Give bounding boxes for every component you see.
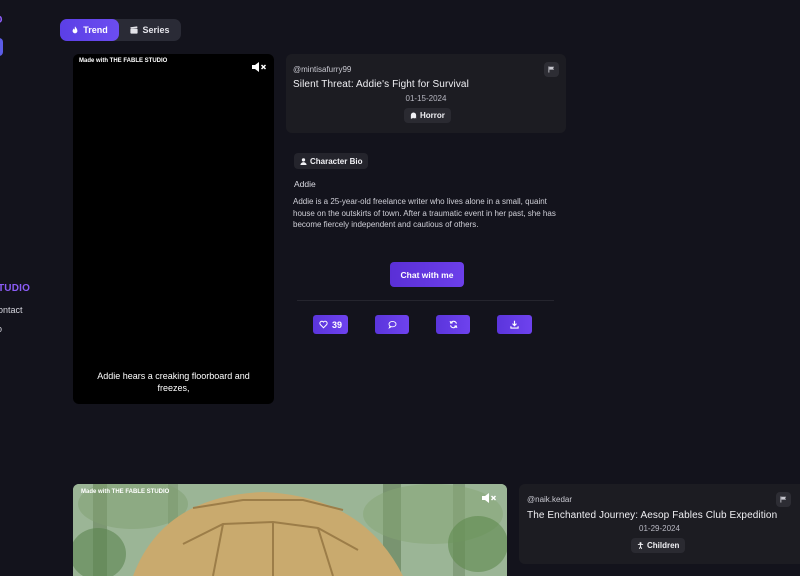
character-bio-label: Character Bio: [310, 156, 363, 166]
story-title: Silent Threat: Addie's Fight for Surviva…: [293, 79, 469, 90]
sidebar-active-item[interactable]: [0, 38, 3, 56]
report-button[interactable]: [776, 492, 791, 507]
story-date: 01-29-2024: [639, 524, 680, 533]
download-button[interactable]: [497, 315, 532, 334]
remix-button[interactable]: [436, 315, 470, 334]
clapperboard-icon: [130, 26, 139, 34]
heart-icon: [319, 320, 328, 329]
forest-turtle-thumbnail: [73, 484, 507, 576]
genre-label: Children: [647, 541, 680, 550]
story-video-player-2[interactable]: Made with THE FABLE STUDIO: [73, 484, 507, 576]
tab-series-label: Series: [142, 25, 170, 35]
ghost-icon: [410, 112, 417, 119]
child-icon: [637, 542, 644, 549]
character-bio-text: Addie is a 25-year-old freelance writer …: [293, 197, 556, 230]
genre-label: Horror: [420, 111, 445, 120]
sidebar-logo[interactable]: O: [0, 14, 3, 26]
refresh-icon: [449, 320, 457, 329]
flame-icon: [72, 26, 78, 34]
story-info-card: @mintisafurry99 Silent Threat: Addie's F…: [286, 54, 566, 133]
tab-trend-label: Trend: [83, 25, 108, 35]
download-icon: [510, 320, 519, 329]
author-handle[interactable]: @naik.kedar: [527, 495, 572, 504]
tab-trend[interactable]: Trend: [60, 19, 119, 41]
story-info-card-2: @naik.kedar The Enchanted Journey: Aesop…: [519, 484, 800, 564]
story-video-player[interactable]: Made with THE FABLE STUDIO Addie hears a…: [73, 54, 274, 404]
divider: [297, 300, 554, 301]
video-caption: Addie hears a creaking floorboard and fr…: [97, 371, 250, 393]
flag-icon: [548, 66, 555, 73]
video-watermark-2: Made with THE FABLE STUDIO: [81, 489, 170, 495]
story-title: The Enchanted Journey: Aesop Fables Club…: [527, 510, 778, 521]
sidebar-studio-link[interactable]: TUDIO: [0, 283, 30, 294]
character-name: Addie: [294, 179, 316, 189]
comment-icon: [387, 320, 396, 329]
user-icon: [300, 157, 307, 165]
author-handle[interactable]: @mintisafurry99: [293, 65, 351, 74]
genre-badge[interactable]: Children: [631, 538, 686, 553]
comment-button[interactable]: [375, 315, 409, 334]
story-date: 01-15-2024: [405, 94, 447, 103]
like-button[interactable]: 39: [313, 315, 348, 334]
sidebar-about-link[interactable]: o: [0, 324, 2, 334]
feed-tab-toggle: Trend Series: [60, 19, 181, 41]
genre-badge[interactable]: Horror: [404, 108, 451, 123]
report-button[interactable]: [544, 62, 559, 77]
character-bio-badge: Character Bio: [294, 153, 369, 169]
flag-icon: [780, 496, 787, 503]
mute-icon[interactable]: [481, 492, 497, 504]
mute-icon[interactable]: [251, 61, 267, 73]
chat-with-me-button[interactable]: Chat with me: [390, 262, 464, 287]
like-count: 39: [331, 319, 342, 330]
tab-series[interactable]: Series: [119, 19, 181, 41]
sidebar-contact-link[interactable]: ontact: [0, 305, 23, 315]
video-watermark: Made with THE FABLE STUDIO: [79, 58, 168, 64]
